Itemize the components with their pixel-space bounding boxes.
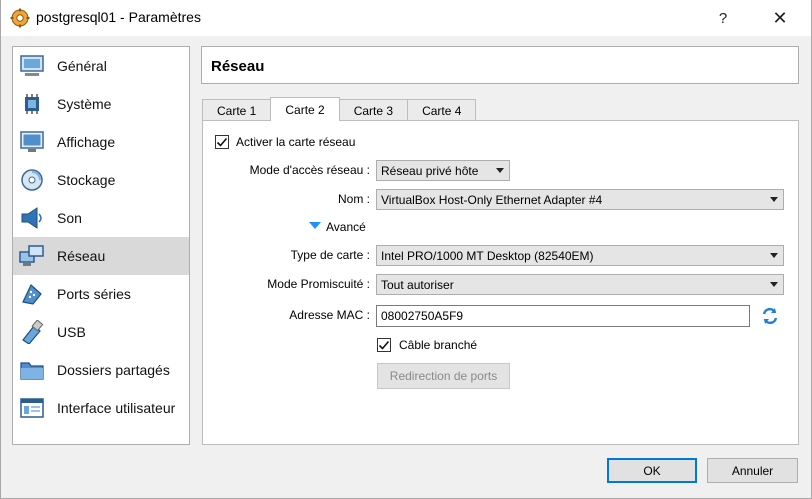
app-gear-icon [10,8,30,28]
sidebar-item-user-interface[interactable]: Interface utilisateur [13,389,189,427]
expand-triangle-icon[interactable] [309,222,321,229]
tab-carte-4[interactable]: Carte 4 [407,99,477,121]
display-icon [19,129,45,155]
checkmark-icon [216,137,228,147]
cable-connected-label: Câble branché [399,338,478,352]
mac-label: Adresse MAC : [289,308,370,322]
adapter-type-select[interactable]: Intel PRO/1000 MT Desktop (82540EM) [376,245,784,266]
tab-carte-3[interactable]: Carte 3 [338,99,409,121]
sidebar-item-shared-folders[interactable]: Dossiers partagés [13,351,189,389]
sound-icon [19,205,45,231]
close-button[interactable]: ✕ [760,4,800,32]
sidebar-item-label: Général [57,58,107,74]
usb-icon [19,319,45,345]
adapter-type-value: Intel PRO/1000 MT Desktop (82540EM) [381,248,594,263]
enable-adapter-checkbox[interactable] [215,135,229,149]
sidebar-item-label: Dossiers partagés [57,362,170,378]
system-icon [19,91,45,117]
title-bar: postgresql01 - Paramètres ? ✕ [0,0,812,36]
sidebar-item-network[interactable]: Réseau [13,237,189,275]
general-icon [19,53,45,79]
tab-carte-1[interactable]: Carte 1 [202,99,272,121]
promiscuous-label: Mode Promiscuité : [267,277,370,291]
tab-carte-2[interactable]: Carte 2 [270,97,340,121]
adapter-type-label: Type de carte : [290,248,370,262]
sidebar-item-label: Stockage [57,172,116,188]
attached-to-label: Mode d'accès réseau : [249,163,370,177]
chevron-down-icon [770,197,778,202]
ok-button[interactable]: OK [607,458,697,483]
settings-sidebar: Général Système Affichage Stockage Son R… [12,46,190,445]
promiscuous-select[interactable]: Tout autoriser [376,274,784,295]
sidebar-item-sound[interactable]: Son [13,199,189,237]
sidebar-item-usb[interactable]: USB [13,313,189,351]
sidebar-item-general[interactable]: Général [13,47,189,85]
sidebar-item-label: USB [57,324,86,340]
port-forwarding-button[interactable]: Redirection de ports [377,363,510,389]
advanced-toggle[interactable]: Avancé [326,220,366,234]
serial-ports-icon [19,281,45,307]
enable-adapter-label: Activer la carte réseau [236,135,356,149]
checkmark-icon [378,340,390,350]
chevron-down-icon [496,168,504,173]
storage-icon [19,167,45,193]
sidebar-item-label: Ports séries [57,286,131,302]
sidebar-item-label: Réseau [57,248,106,264]
attached-to-value: Réseau privé hôte [381,163,479,178]
shared-folders-icon [19,357,45,383]
sidebar-item-storage[interactable]: Stockage [13,161,189,199]
window-title: postgresql01 - Paramètres [36,9,201,25]
page-title: Réseau [211,58,265,75]
sidebar-item-label: Système [57,96,112,112]
page-header: Réseau [201,46,799,84]
sidebar-item-system[interactable]: Système [13,85,189,123]
adapter-name-value: VirtualBox Host-Only Ethernet Adapter #4 [381,192,603,207]
network-icon [19,243,45,269]
refresh-icon[interactable] [760,306,780,326]
chevron-down-icon [770,253,778,258]
adapter-tabs: Carte 1 Carte 2 Carte 3 Carte 4 [202,97,477,121]
chevron-down-icon [770,282,778,287]
mac-address-input[interactable]: 08002750A5F9 [376,305,750,327]
sidebar-item-label: Son [57,210,82,226]
cable-connected-checkbox[interactable] [377,338,391,352]
sidebar-item-display[interactable]: Affichage [13,123,189,161]
sidebar-item-label: Interface utilisateur [57,400,176,416]
sidebar-item-label: Affichage [57,134,116,150]
adapter-name-select[interactable]: VirtualBox Host-Only Ethernet Adapter #4 [376,189,784,210]
cancel-button[interactable]: Annuler [707,458,798,483]
help-button[interactable]: ? [708,4,738,32]
mac-address-value: 08002750A5F9 [381,309,464,323]
attached-to-select[interactable]: Réseau privé hôte [376,160,510,181]
user-interface-icon [19,395,45,421]
name-label: Nom : [337,192,370,206]
sidebar-item-serial-ports[interactable]: Ports séries [13,275,189,313]
promiscuous-value: Tout autoriser [381,277,454,292]
